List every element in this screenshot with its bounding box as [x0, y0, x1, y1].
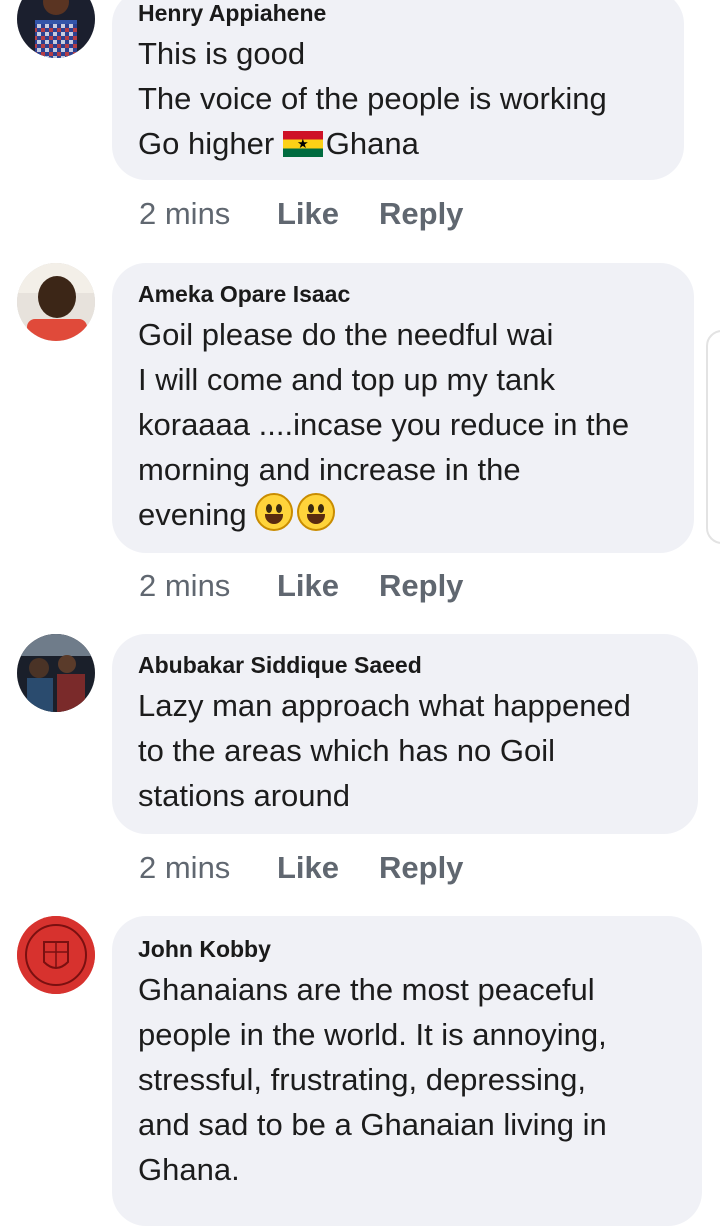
author-name[interactable]: Abubakar Siddique Saeed — [138, 652, 672, 678]
avatar[interactable] — [17, 263, 95, 341]
author-name[interactable]: Henry Appiahene — [138, 0, 658, 26]
comment-line: morning and increase in the — [138, 452, 521, 487]
comment-actions: 2 mins Like Reply — [139, 196, 463, 232]
side-panel-edge — [706, 330, 720, 544]
like-button[interactable]: Like — [277, 850, 379, 886]
comment-line: Ghana. — [138, 1152, 240, 1187]
comment-bubble[interactable]: John Kobby Ghanaians are the most peacef… — [112, 916, 702, 1226]
like-button[interactable]: Like — [277, 568, 379, 604]
comment-actions: 2 mins Like Reply — [139, 850, 463, 886]
author-name[interactable]: Ameka Opare Isaac — [138, 281, 668, 307]
comment-line: This is good — [138, 36, 306, 71]
comment-bubble[interactable]: Abubakar Siddique Saeed Lazy man approac… — [112, 634, 698, 834]
comment-line: Lazy man approach what happened — [138, 688, 631, 723]
author-name[interactable]: John Kobby — [138, 936, 676, 962]
comment-bubble[interactable]: Ameka Opare Isaac Goil please do the nee… — [112, 263, 694, 553]
reply-button[interactable]: Reply — [379, 850, 463, 886]
person-avatar-icon — [17, 634, 95, 712]
grinning-face-icon — [297, 493, 336, 531]
avatar[interactable] — [17, 916, 95, 994]
ghana-flag-icon — [282, 131, 323, 157]
person-avatar-icon — [17, 0, 95, 58]
comment-line: I will come and top up my tank — [138, 362, 555, 397]
timestamp[interactable]: 2 mins — [139, 568, 277, 604]
comment-line: Goil please do the needful wai — [138, 317, 554, 352]
timestamp[interactable]: 2 mins — [139, 850, 277, 886]
comment-line: and sad to be a Ghanaian living in — [138, 1107, 607, 1142]
comment-line-flag: Go higher Ghana — [138, 121, 658, 166]
timestamp[interactable]: 2 mins — [139, 196, 277, 232]
reply-button[interactable]: Reply — [379, 196, 463, 232]
comment-line-text: Go higher — [138, 126, 283, 161]
like-button[interactable]: Like — [277, 196, 379, 232]
avatar[interactable] — [17, 634, 95, 712]
comment-actions: 2 mins Like Reply — [139, 568, 463, 604]
comment-line-text: evening — [138, 497, 247, 532]
comment-line: to the areas which has no Goil — [138, 733, 556, 768]
avatar[interactable] — [17, 0, 95, 58]
comment-line-text: Ghana — [325, 126, 419, 161]
grinning-face-icon — [255, 493, 294, 531]
comment-line: people in the world. It is annoying, — [138, 1017, 607, 1052]
reply-button[interactable]: Reply — [379, 568, 463, 604]
comment-line: stressful, frustrating, depressing, — [138, 1062, 586, 1097]
comment-bubble[interactable]: Henry Appiahene This is good The voice o… — [112, 0, 684, 180]
comment-line: Ghanaians are the most peaceful — [138, 972, 595, 1007]
comment-line: stations around — [138, 778, 350, 813]
comment-line: koraaaa ....incase you reduce in the — [138, 407, 630, 442]
school-crest-avatar-icon — [17, 916, 95, 994]
comment-line: The voice of the people is working — [138, 81, 607, 116]
comment-line-emoji: evening — [138, 492, 668, 537]
person-avatar-icon — [17, 263, 95, 341]
